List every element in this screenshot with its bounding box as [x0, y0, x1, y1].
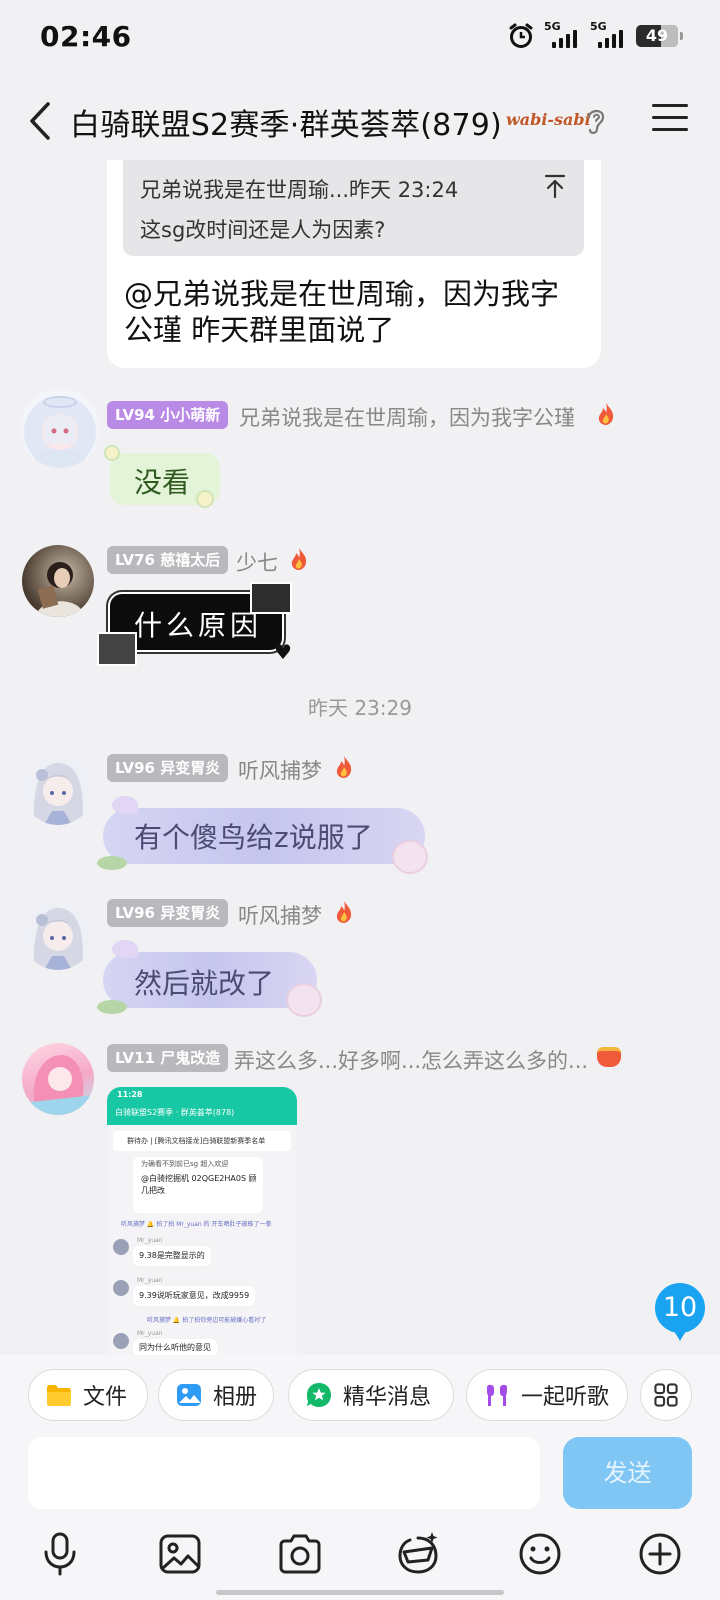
plus-icon[interactable]: [636, 1530, 684, 1578]
avatar[interactable]: [22, 753, 94, 825]
album-button[interactable]: 相册: [158, 1369, 274, 1421]
shot-time: 11:28: [117, 1090, 143, 1099]
listen-together-button[interactable]: 一起听歌: [466, 1369, 628, 1421]
unread-count-badge[interactable]: 10: [655, 1283, 705, 1341]
file-button[interactable]: 文件: [28, 1369, 148, 1421]
album-label: 相册: [212, 1385, 257, 1410]
camera-icon[interactable]: [276, 1530, 324, 1578]
message-text: 什么原因: [134, 609, 263, 642]
more-apps-icon[interactable]: [640, 1369, 692, 1421]
home-indicator[interactable]: [216, 1590, 504, 1595]
group-title[interactable]: 白骑联盟S2赛季·群英荟萃(879): [70, 100, 502, 144]
essence-label: 精华消息: [343, 1385, 432, 1410]
star-badge-icon: [307, 1383, 331, 1407]
jump-to-top-icon[interactable]: [544, 173, 566, 199]
sticker-icon[interactable]: [394, 1530, 442, 1578]
quoted-text: 这sg改时间还是人为因素?: [140, 218, 386, 242]
heart-icon: ♥: [274, 640, 292, 664]
shot-notice: 听风捕梦 🔔 拍了拍你旁边可能被嫌心看衬了: [147, 1317, 267, 1324]
shot-msg: 9.39说听玩家意见，改成9959: [133, 1286, 256, 1306]
hamburger-icon[interactable]: [652, 104, 688, 134]
title-badge-icon: [597, 1047, 621, 1067]
shot-welcome: 为确看不到前已sg 超入欢迎: [141, 1160, 229, 1168]
avatar[interactable]: [20, 388, 100, 468]
ear-icon[interactable]: [584, 106, 608, 136]
battery-icon: 49: [636, 25, 683, 47]
shot-notice: 听风捕梦 🔔 拍了拍 Mr_yuan 的 开车晒肚子被蛛了一拳: [121, 1221, 272, 1228]
chevron-left-icon[interactable]: [22, 98, 62, 144]
shot-user: Mr_yuan: [137, 1237, 163, 1244]
sender-name[interactable]: 听风捕梦: [238, 900, 322, 930]
fire-icon: [598, 403, 614, 425]
sender-name[interactable]: 听风捕梦: [238, 755, 322, 785]
bubble-decoration: [112, 796, 138, 814]
folder-icon: [47, 1385, 71, 1406]
avatar[interactable]: [22, 898, 94, 970]
quoted-sender-time: 兄弟说我是在世周瑜...昨天 23:24: [140, 178, 459, 202]
bubble-decoration: [286, 983, 322, 1017]
alarm-icon: [509, 23, 533, 48]
avatar[interactable]: [22, 545, 94, 617]
status-icons: 5G 5G 49: [508, 20, 683, 50]
reply-text: @兄弟说我是在世周瑜，因为我字公瑾 昨天群里面说了: [124, 277, 560, 347]
earbuds-icon: [487, 1384, 507, 1406]
level-badge: LV96 异变胃炎: [107, 899, 229, 927]
listen-together-label: 一起听歌: [521, 1385, 610, 1410]
sender-name[interactable]: 弄这么多...好多啊...怎么弄这么多的...: [234, 1045, 588, 1075]
bubble-decoration: [392, 840, 428, 874]
emoji-icon[interactable]: [516, 1530, 564, 1578]
status-bar: 02:46 5G 5G 49: [0, 0, 720, 78]
shot-msg: 9.38是完整显示的: [133, 1246, 211, 1266]
shot-user: Mr_yuan: [137, 1330, 163, 1337]
bubble-decoration: [97, 856, 127, 870]
avatar[interactable]: [22, 1043, 94, 1115]
sender-name[interactable]: 少七: [236, 547, 278, 577]
level-badge: LV94 小小萌新: [107, 401, 229, 429]
send-button[interactable]: 发送: [563, 1437, 692, 1509]
message-text: 然后就改了: [134, 967, 275, 1000]
essence-button[interactable]: 精华消息: [288, 1369, 454, 1421]
message-text: 没看: [134, 466, 191, 499]
bubble-decoration: [196, 490, 214, 508]
level-badge: LV96 异变胃炎: [107, 754, 229, 782]
image-message[interactable]: 11:28 白骑联盟S2赛季 · 群英荟萃(878) 群待办 | [腾讯文档接龙…: [107, 1087, 297, 1357]
chat-header: 白骑联盟S2赛季·群英荟萃(879) wabi-sabi: [0, 80, 720, 160]
timestamp: 昨天 23:29: [308, 696, 412, 720]
bubble-decoration: [104, 445, 120, 461]
level-badge: LV76 慈禧太后: [107, 546, 229, 574]
shot-todo: 群待办 | [腾讯文档接龙]白骑联盟新赛季名单: [127, 1137, 266, 1145]
message-text: 有个傻鸟给z说服了: [134, 821, 373, 854]
shot-title: 白骑联盟S2赛季 · 群英荟萃(878): [115, 1108, 235, 1117]
image-icon[interactable]: [156, 1530, 204, 1578]
message-input[interactable]: [28, 1437, 540, 1509]
shot-line1: @白骑挖掘机 02QGE2HA0S 顾几把改: [141, 1174, 257, 1195]
sender-name[interactable]: 兄弟说我是在世周瑜，因为我字公瑾: [239, 402, 575, 432]
bubble-decoration: [97, 632, 137, 666]
microphone-icon[interactable]: [36, 1530, 84, 1578]
file-label: 文件: [83, 1385, 128, 1410]
album-icon: [176, 1384, 201, 1406]
shot-user: Mr_yuan: [137, 1277, 163, 1284]
fire-icon: [336, 901, 352, 923]
signal-icon: 5G: [544, 20, 580, 50]
brand-tag: wabi-sabi: [506, 110, 591, 129]
bubble-decoration: [97, 1000, 127, 1014]
signal-icon: 5G: [590, 20, 626, 50]
bubble-decoration: [112, 940, 138, 958]
fire-icon: [336, 756, 352, 778]
fire-icon: [291, 548, 307, 570]
level-badge: LV11 尸鬼改造: [107, 1044, 229, 1072]
status-time: 02:46: [40, 20, 132, 53]
